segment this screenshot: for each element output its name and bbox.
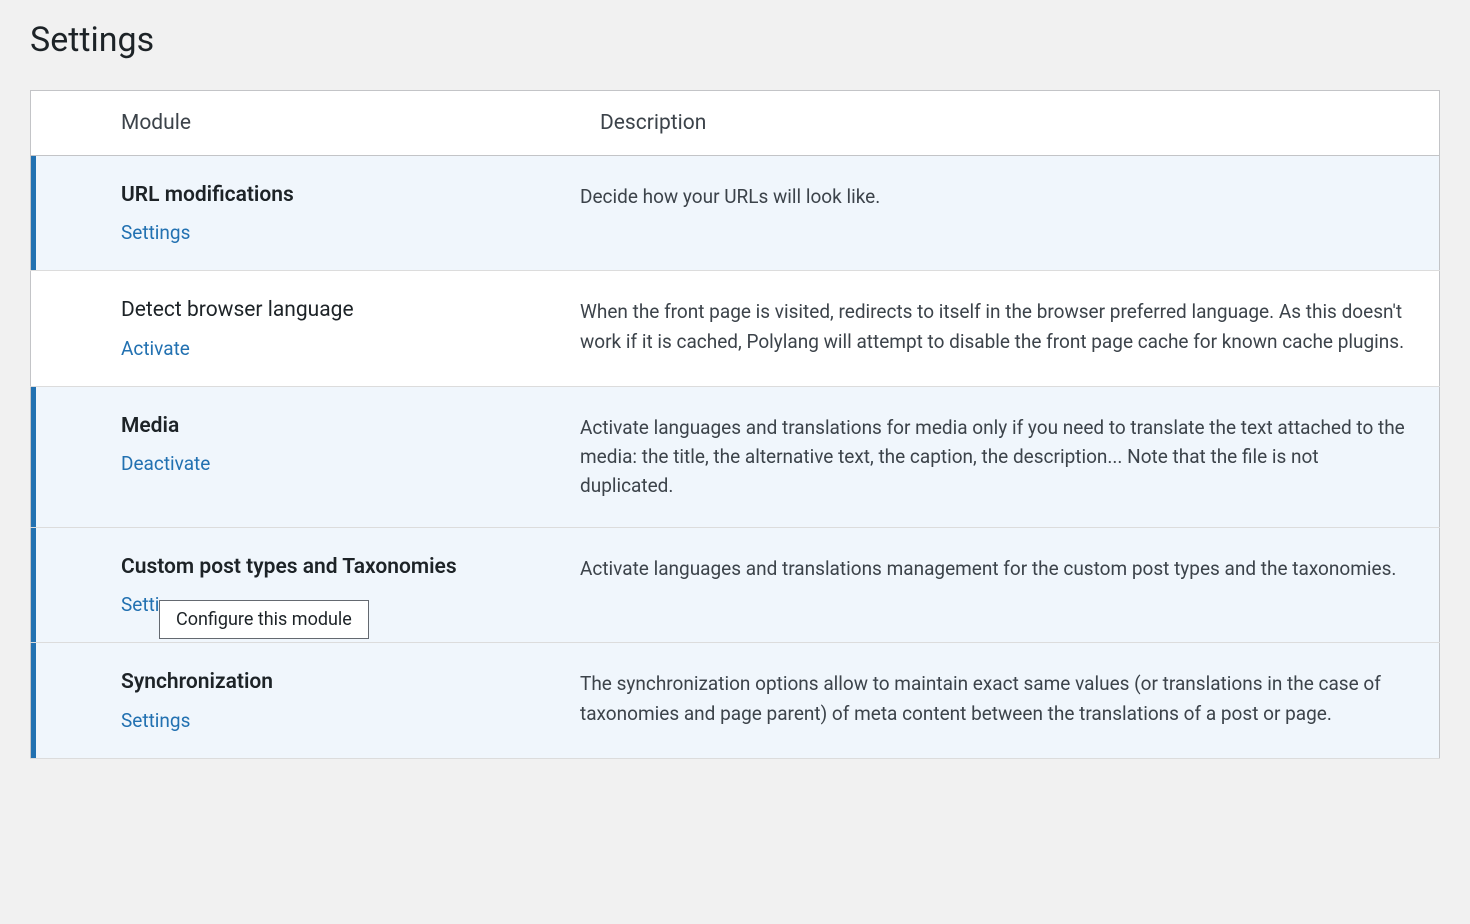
active-indicator — [31, 643, 36, 757]
modules-table: Module Description URL modifications Set… — [30, 90, 1440, 759]
module-title: Detect browser language — [121, 297, 560, 324]
module-title: Synchronization — [121, 669, 560, 696]
cell-module: Media Deactivate — [31, 386, 581, 527]
active-indicator — [31, 528, 36, 642]
cell-module: Synchronization Settings — [31, 643, 581, 758]
module-description: When the front page is visited, redirect… — [580, 271, 1440, 386]
module-description: Activate languages and translations mana… — [580, 527, 1440, 642]
module-title: Media — [121, 413, 560, 440]
tooltip: Configure this module — [159, 600, 369, 639]
module-description: Activate languages and translations for … — [580, 386, 1440, 527]
active-indicator — [31, 156, 36, 270]
settings-page: Settings Module Description URL modifica… — [0, 0, 1470, 779]
module-row-detect-browser-language: Detect browser language Activate When th… — [31, 271, 1440, 386]
module-row-custom-post-types: Custom post types and Taxonomies Setting… — [31, 527, 1440, 642]
settings-link[interactable]: Settings — [121, 709, 190, 732]
page-title: Settings — [30, 20, 1440, 60]
module-description: The synchronization options allow to mai… — [580, 643, 1440, 758]
activate-link[interactable]: Activate — [121, 337, 190, 360]
cell-module: Custom post types and Taxonomies Setting… — [31, 527, 581, 642]
module-row-media: Media Deactivate Activate languages and … — [31, 386, 1440, 527]
column-header-module: Module — [31, 91, 581, 156]
active-indicator — [31, 387, 36, 527]
settings-link[interactable]: Settings — [121, 221, 190, 244]
deactivate-link[interactable]: Deactivate — [121, 452, 210, 475]
module-row-synchronization: Synchronization Settings The synchroniza… — [31, 643, 1440, 758]
column-header-description: Description — [580, 91, 1440, 156]
cell-module: URL modifications Settings — [31, 156, 581, 271]
module-description: Decide how your URLs will look like. — [580, 156, 1440, 271]
table-header-row: Module Description — [31, 91, 1440, 156]
module-title: URL modifications — [121, 182, 560, 209]
cell-module: Detect browser language Activate — [31, 271, 581, 386]
module-row-url-modifications: URL modifications Settings Decide how yo… — [31, 156, 1440, 271]
module-title: Custom post types and Taxonomies — [121, 554, 560, 581]
